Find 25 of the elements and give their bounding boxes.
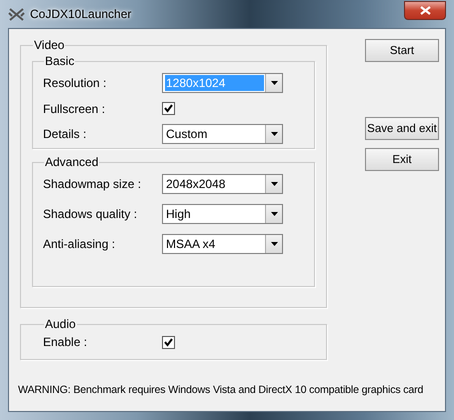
field-label: Resolution : bbox=[43, 76, 108, 90]
window-title: CoJDX10Launcher bbox=[30, 7, 132, 21]
group-label: Audio bbox=[44, 317, 77, 331]
field-label: Shadows quality : bbox=[43, 207, 138, 221]
group-label: Advanced bbox=[44, 155, 100, 169]
close-button[interactable] bbox=[404, 1, 446, 20]
checkbox[interactable] bbox=[162, 336, 175, 348]
app-icon bbox=[8, 6, 25, 22]
group-label: Basic bbox=[44, 54, 76, 68]
field-label: Anti-aliasing : bbox=[43, 237, 116, 251]
dropdown[interactable]: Custom bbox=[162, 124, 283, 144]
field-label: Fullscreen : bbox=[43, 102, 106, 116]
dropdown[interactable]: 2048x2048 bbox=[162, 174, 283, 194]
dropdown[interactable]: High bbox=[162, 204, 283, 224]
push-button[interactable]: Save and exit bbox=[365, 117, 439, 140]
field-label: Enable : bbox=[43, 335, 88, 349]
group-label: Video bbox=[33, 38, 66, 52]
close-icon bbox=[420, 6, 430, 15]
field-label: Shadowmap size : bbox=[43, 177, 142, 191]
warning-text: WARNING: Benchmark requires Windows Vista and DirectX 10 compatible graphics card bbox=[18, 384, 424, 397]
field-label: Details : bbox=[43, 127, 88, 141]
checkbox[interactable] bbox=[162, 102, 175, 115]
push-button[interactable]: Exit bbox=[365, 148, 439, 171]
push-button[interactable]: Start bbox=[365, 39, 439, 62]
dropdown[interactable]: MSAA x4 bbox=[162, 234, 283, 254]
